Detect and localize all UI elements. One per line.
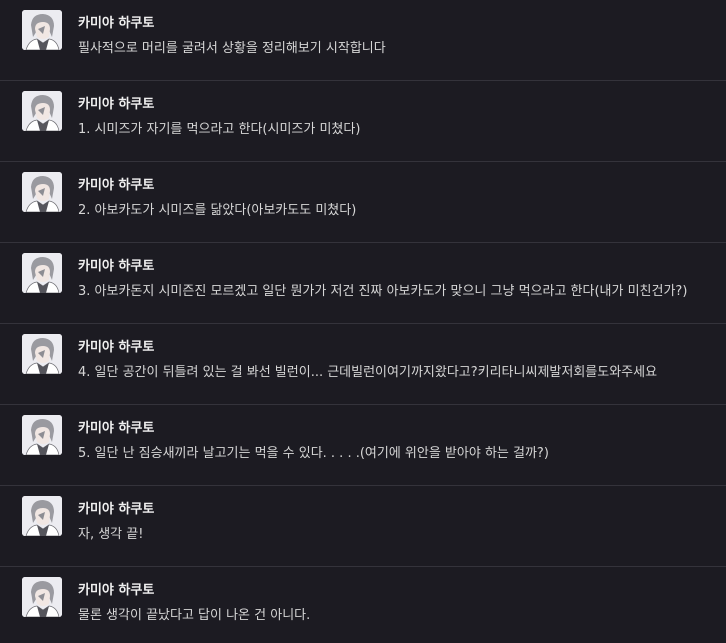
message-text: 3. 아보카돈지 시미즌진 모르겠고 일단 뭔가가 저건 진짜 아보카도가 맞으… <box>78 284 688 299</box>
author-name[interactable]: 카미야 하쿠토 <box>78 174 154 193</box>
message-item[interactable]: 카미야 하쿠토 1. 시미즈가 자기를 먹으라고 한다(시미즈가 미쳤다) <box>0 81 726 162</box>
message-text: 1. 시미즈가 자기를 먹으라고 한다(시미즈가 미쳤다) <box>78 122 361 137</box>
character-avatar-icon[interactable] <box>22 10 62 50</box>
author-name[interactable]: 카미야 하쿠토 <box>78 93 154 112</box>
character-avatar-icon[interactable] <box>22 172 62 212</box>
message-item[interactable]: 카미야 하쿠토 3. 아보카돈지 시미즌진 모르겠고 일단 뭔가가 저건 진짜 … <box>0 243 726 324</box>
message-text: 물론 생각이 끝났다고 답이 나온 건 아니다. <box>78 608 311 623</box>
character-avatar-icon[interactable] <box>22 91 62 131</box>
message-item[interactable]: 카미야 하쿠토 5. 일단 난 짐승새끼라 날고기는 먹을 수 있다. . . … <box>0 405 726 486</box>
message-item[interactable]: 카미야 하쿠토 필사적으로 머리를 굴려서 상황을 정리해보기 시작합니다 <box>0 0 726 81</box>
author-name[interactable]: 카미야 하쿠토 <box>78 255 154 274</box>
author-name[interactable]: 카미야 하쿠토 <box>78 417 154 436</box>
character-avatar-icon[interactable] <box>22 415 62 455</box>
author-name[interactable]: 카미야 하쿠토 <box>78 336 154 355</box>
message-text: 자, 생각 끝! <box>78 527 144 542</box>
character-avatar-icon[interactable] <box>22 577 62 617</box>
character-avatar-icon[interactable] <box>22 334 62 374</box>
message-text: 필사적으로 머리를 굴려서 상황을 정리해보기 시작합니다 <box>78 41 386 56</box>
author-name[interactable]: 카미야 하쿠토 <box>78 579 154 598</box>
character-avatar-icon[interactable] <box>22 496 62 536</box>
message-item[interactable]: 카미야 하쿠토 2. 아보카도가 시미즈를 닮았다(아보카도도 미쳤다) <box>0 162 726 243</box>
message-item[interactable]: 카미야 하쿠토 4. 일단 공간이 뒤틀려 있는 걸 봐선 빌런이... 근데빌… <box>0 324 726 405</box>
message-item[interactable]: 카미야 하쿠토 자, 생각 끝! <box>0 486 726 567</box>
chat-log: 카미야 하쿠토 필사적으로 머리를 굴려서 상황을 정리해보기 시작합니다 카미… <box>0 0 726 643</box>
message-item[interactable]: 카미야 하쿠토 물론 생각이 끝났다고 답이 나온 건 아니다. <box>0 567 726 643</box>
message-text: 4. 일단 공간이 뒤틀려 있는 걸 봐선 빌런이... 근데빌런이여기까지왔다… <box>78 365 658 380</box>
message-text: 5. 일단 난 짐승새끼라 날고기는 먹을 수 있다. . . . .(여기에 … <box>78 446 549 461</box>
message-text: 2. 아보카도가 시미즈를 닮았다(아보카도도 미쳤다) <box>78 203 357 218</box>
author-name[interactable]: 카미야 하쿠토 <box>78 498 154 517</box>
character-avatar-icon[interactable] <box>22 253 62 293</box>
author-name[interactable]: 카미야 하쿠토 <box>78 12 154 31</box>
